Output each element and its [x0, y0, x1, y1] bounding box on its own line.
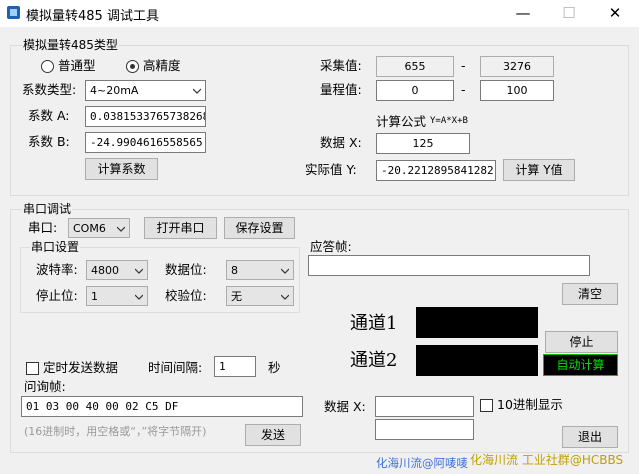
data-x-input[interactable]: 125 [376, 133, 470, 154]
range-max-input[interactable]: 100 [480, 80, 554, 101]
parity-value: 无 [231, 290, 242, 303]
actual-y-input[interactable]: -20.2212895841282 [376, 160, 496, 181]
sample-separator: - [461, 58, 466, 73]
stopbits-label: 停止位: [36, 288, 78, 303]
clear-button[interactable]: 清空 [562, 283, 618, 305]
coef-type-select[interactable]: 4~20mA [85, 80, 206, 101]
close-button[interactable]: ✕ [592, 0, 638, 27]
send-button[interactable]: 发送 [245, 424, 301, 446]
open-port-button[interactable]: 打开串口 [144, 217, 217, 239]
serial-data-x-input-2[interactable] [375, 419, 474, 440]
sample-label: 采集值: [320, 58, 362, 73]
serial-data-x-label: 数据 X: [324, 399, 366, 414]
chevron-down-icon [281, 294, 289, 300]
channel2-label: 通道2 [350, 350, 398, 371]
databits-select[interactable]: 8 [226, 260, 294, 280]
watermark-right: 化海川流 工业社群@HCBBS [470, 453, 624, 467]
query-input[interactable]: 01 03 00 40 00 02 C5 DF [21, 396, 303, 417]
coef-b-label: 系数 B: [28, 134, 70, 149]
radio-high-precision[interactable] [126, 60, 139, 73]
parity-label: 校验位: [165, 288, 207, 303]
watermark-left: 化海川流@阿唛唛 [376, 456, 468, 470]
radio-high-label: 高精度 [143, 58, 181, 73]
radio-normal[interactable] [41, 60, 54, 73]
calc-y-button[interactable]: 计算 Y值 [503, 159, 575, 181]
sample-max-input[interactable]: 3276 [480, 56, 554, 77]
response-input[interactable] [308, 255, 590, 276]
data-x-label: 数据 X: [320, 135, 362, 150]
minimize-button[interactable]: — [500, 0, 546, 27]
baud-value: 4800 [91, 264, 119, 277]
coef-type-label: 系数类型: [22, 82, 77, 97]
query-label: 问询帧: [24, 379, 66, 394]
interval-unit: 秒 [268, 360, 281, 375]
port-select[interactable]: COM6 [68, 218, 130, 238]
channel2-display [416, 345, 538, 376]
channel1-display [416, 307, 538, 338]
window-title: 模拟量转485 调试工具 [26, 9, 159, 24]
timed-send-checkbox[interactable] [26, 362, 39, 375]
formula-label: 计算公式 [376, 114, 427, 129]
coef-a-label: 系数 A: [28, 108, 70, 123]
hex-display-checkbox[interactable] [480, 399, 493, 412]
calc-coef-button[interactable]: 计算系数 [85, 158, 158, 180]
stopbits-select[interactable]: 1 [86, 286, 148, 306]
exit-button[interactable]: 退出 [562, 426, 618, 448]
radio-normal-label: 普通型 [58, 58, 96, 73]
channel1-label: 通道1 [350, 313, 398, 334]
stopbits-value: 1 [91, 290, 98, 303]
range-separator: - [461, 82, 466, 97]
coef-type-value: 4~20mA [90, 84, 139, 97]
hex-display-label: 10进制显示 [497, 397, 563, 412]
chevron-down-icon [193, 88, 201, 94]
maximize-button: ☐ [562, 4, 576, 22]
save-settings-button[interactable]: 保存设置 [224, 217, 295, 239]
databits-value: 8 [231, 264, 238, 277]
range-min-input[interactable]: 0 [376, 80, 454, 101]
timed-send-label: 定时发送数据 [43, 360, 119, 375]
sample-min-input[interactable]: 655 [376, 56, 454, 77]
formula-text: Y=A*X+B [430, 116, 468, 126]
range-label: 量程值: [320, 82, 362, 97]
analog-group-label: 模拟量转485类型 [22, 38, 119, 52]
parity-select[interactable]: 无 [226, 286, 294, 306]
chevron-down-icon [135, 294, 143, 300]
stop-button[interactable]: 停止 [545, 331, 618, 353]
chevron-down-icon [117, 226, 125, 232]
interval-input[interactable]: 1 [214, 356, 256, 377]
serial-data-x-input[interactable] [375, 396, 474, 417]
response-label: 应答帧: [310, 239, 352, 254]
auto-calc-button[interactable]: 自动计算 [543, 354, 618, 376]
chevron-down-icon [135, 268, 143, 274]
query-hint: (16进制时，用空格或“，”将字节隔开) [24, 425, 207, 438]
serial-group-label: 串口调试 [22, 202, 73, 216]
port-label: 串口: [28, 220, 58, 235]
chevron-down-icon [281, 268, 289, 274]
baud-label: 波特率: [36, 262, 78, 277]
port-settings-label: 串口设置 [30, 240, 81, 254]
databits-label: 数据位: [165, 262, 207, 277]
baud-select[interactable]: 4800 [86, 260, 148, 280]
app-icon [7, 6, 20, 19]
coef-b-input[interactable]: -24.9904616558565 [85, 132, 206, 153]
coef-a-input[interactable]: 0.0381533765738268 [85, 106, 206, 127]
port-value: COM6 [73, 222, 106, 235]
title-bar: 模拟量转485 调试工具 — ☐ ✕ [0, 0, 639, 27]
interval-label: 时间间隔: [148, 360, 203, 375]
actual-y-label: 实际值 Y: [305, 162, 357, 177]
